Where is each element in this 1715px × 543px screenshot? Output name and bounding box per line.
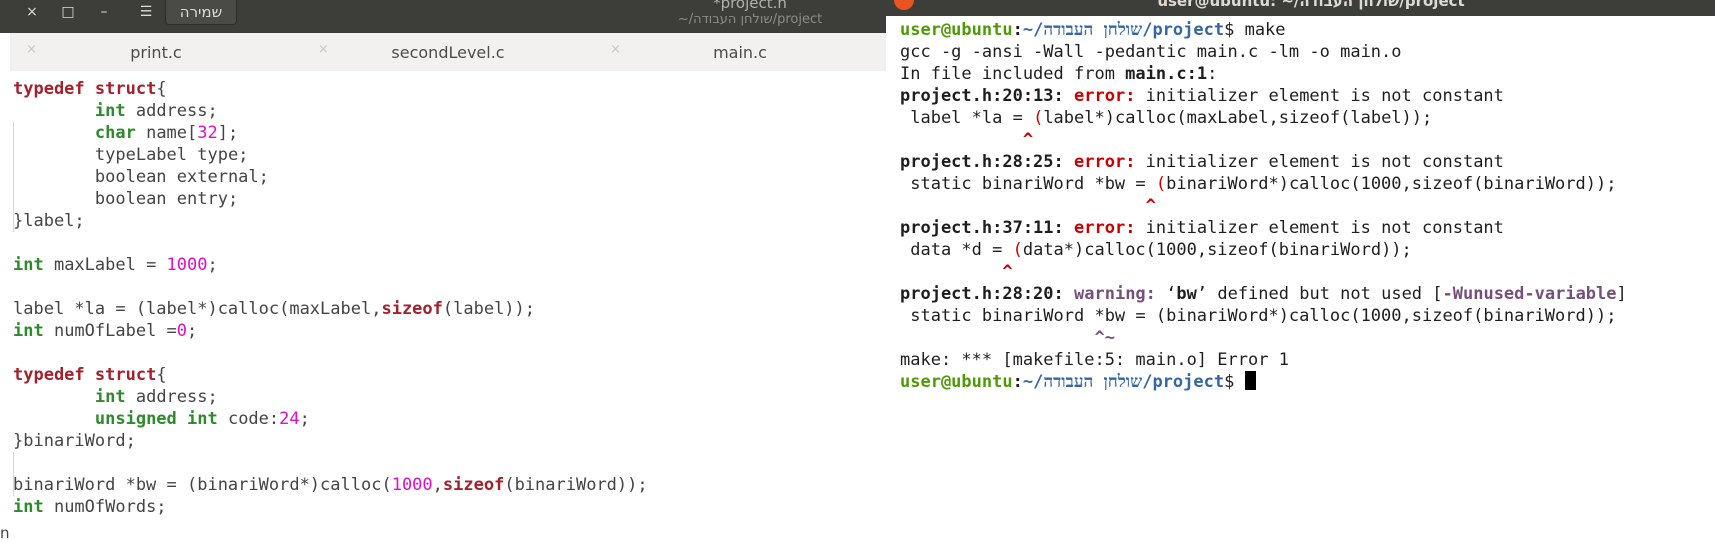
terminal-line: project.h:37:11: error: initializer elem… — [900, 218, 1504, 238]
tab-label: main.c — [713, 42, 767, 62]
editor-titlebar: × □ – ☰ שמירה *project.h ~/שולחן העבודה/… — [0, 0, 886, 33]
code-line: int numOfLabel =0; — [13, 321, 198, 341]
terminal-line: ^ — [1022, 130, 1034, 150]
minimize-icon[interactable]: – — [89, 0, 119, 23]
tab-close-icon[interactable]: × — [610, 42, 621, 57]
code-line: unsigned int code:24; — [94, 409, 310, 429]
tab-label: secondLevel.c — [391, 42, 505, 62]
terminal-line: user@ubuntu:~/שולחן העבודה/project$ make — [900, 20, 1286, 40]
code-line: binariWord *bw = (binariWord*)calloc(100… — [13, 475, 648, 495]
code-line: }label; — [13, 211, 85, 231]
code-line: int maxLabel = 1000; — [13, 255, 218, 275]
terminal-line: project.h:28:20: warning: ‘bw’ defined b… — [900, 284, 1627, 304]
terminal-output: user@ubuntu:~/שולחן העבודה/project$ make… — [900, 19, 1627, 393]
maximize-icon[interactable]: □ — [53, 0, 83, 23]
tab-secondlevel-c[interactable]: × secondLevel.c — [302, 33, 594, 71]
code-line: typedef struct{ — [13, 79, 167, 99]
terminal-line: ^ — [1145, 196, 1156, 216]
code-line: char name[32]; — [94, 123, 239, 143]
terminal-window-title: user@ubuntu: ~/שולחן העבודה/project — [1157, 0, 1465, 10]
code-line: boolean entry; — [94, 189, 239, 209]
terminal-line: project.h:20:13: error: initializer elem… — [900, 86, 1504, 106]
terminal-line: ^~ — [1094, 328, 1115, 348]
code-line: label *la = (label*)calloc(maxLabel,size… — [13, 299, 536, 319]
terminal-line: static binariWord *bw = (binariWord*)cal… — [900, 174, 1617, 194]
terminal-cursor — [1244, 371, 1256, 390]
tab-main-c[interactable]: × main.c — [594, 33, 886, 71]
terminal-prompt-line[interactable]: user@ubuntu:~/שולחן העבודה/project$ — [900, 371, 1627, 393]
editor-window-subtitle: ~/שולחן העבודה/project — [677, 12, 823, 27]
hamburger-menu-icon[interactable]: ☰ — [131, 0, 161, 23]
terminal-line: project.h:28:25: error: initializer elem… — [900, 152, 1504, 172]
terminal-line: ^ — [1002, 262, 1013, 282]
tab-print-c[interactable]: × print.c — [10, 33, 302, 71]
code-line: int address; — [94, 387, 218, 407]
save-button[interactable]: שמירה — [165, 0, 237, 25]
tab-label: print.c — [130, 42, 182, 62]
code-line: int address; — [94, 101, 218, 121]
code-editor-text-area[interactable]: typedef struct{ int address; char name[3… — [0, 71, 886, 543]
terminal-line: label *la = (label*)calloc(maxLabel,size… — [900, 108, 1433, 128]
editor-window-title: *project.h — [713, 0, 787, 12]
code-lines: typedef struct{ int address; char name[3… — [13, 78, 648, 518]
code-line: }binariWord; — [13, 431, 136, 451]
terminal-line: make: *** [makefile:5: main.o] Error 1 — [900, 350, 1289, 370]
code-line: boolean external; — [94, 167, 269, 187]
close-icon[interactable] — [894, 0, 914, 10]
code-line: int numOfWords; — [13, 497, 167, 517]
terminal-window[interactable]: user@ubuntu: ~/שולחן העבודה/project user… — [886, 0, 1715, 543]
tab-close-icon[interactable]: × — [318, 42, 329, 57]
terminal-titlebar: user@ubuntu: ~/שולחן העבודה/project — [886, 0, 1715, 16]
editor-tab-bar: × print.c × secondLevel.c × main.c — [10, 33, 886, 72]
tab-close-icon[interactable]: × — [26, 42, 37, 57]
terminal-line: data *d = (data*)calloc(1000,sizeof(bina… — [900, 240, 1412, 260]
terminal-line: In file included from main.c:1: — [900, 64, 1218, 84]
code-line: typedef struct{ — [13, 365, 167, 385]
terminal-line: gcc -g -ansi -Wall -pedantic main.c -lm … — [900, 42, 1402, 62]
close-icon[interactable]: × — [17, 0, 47, 23]
code-line: typeLabel type; — [94, 145, 249, 165]
status-text: n — [0, 524, 10, 542]
terminal-line: static binariWord *bw = (binariWord*)cal… — [900, 306, 1617, 326]
text-editor-window: × □ – ☰ שמירה *project.h ~/שולחן העבודה/… — [0, 0, 886, 543]
